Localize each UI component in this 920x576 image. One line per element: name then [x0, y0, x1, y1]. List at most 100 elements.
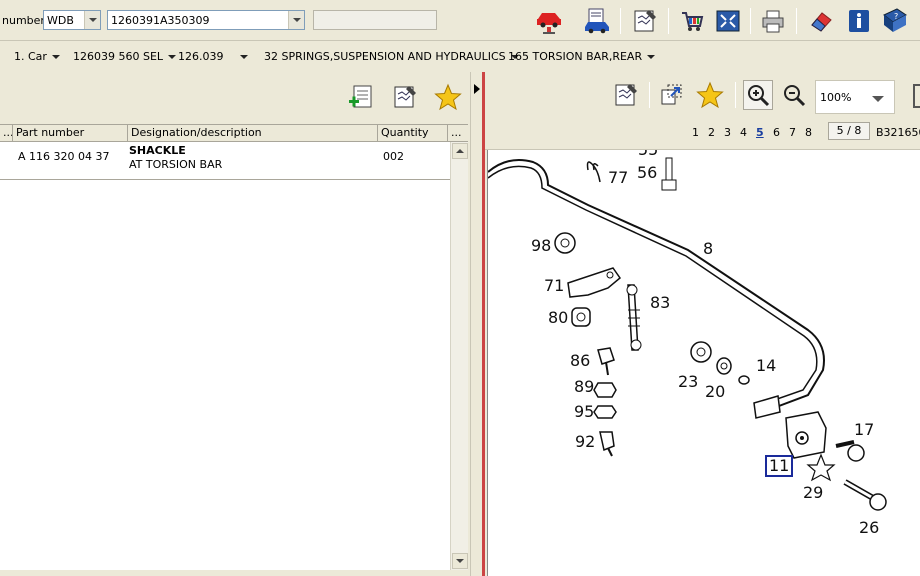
prefix-select[interactable]: WDB — [43, 10, 101, 30]
chevron-down-icon — [647, 55, 656, 59]
callout-98[interactable]: 98 — [531, 236, 551, 255]
eraser-icon[interactable] — [806, 6, 836, 36]
notepad-icon[interactable] — [630, 6, 660, 36]
page-link-7[interactable]: 7 — [789, 126, 796, 139]
column-header-extra[interactable]: ... — [448, 125, 468, 141]
breadcrumb-label: 32 SPRINGS,SUSPENSION AND HYDRAULICS — [264, 50, 506, 63]
zoom-value: 100% — [820, 91, 852, 104]
breadcrumb-item-model[interactable]: 126039 560 SEL — [73, 50, 177, 63]
parts-table: A 116 320 04 37 SHACKLE AT TORSION BAR 0… — [0, 142, 450, 570]
callout-20[interactable]: 20 — [705, 382, 725, 401]
callout-95[interactable]: 95 — [574, 402, 594, 421]
star-icon[interactable] — [433, 82, 463, 112]
callout-77[interactable]: 77 — [608, 168, 628, 187]
page-link-2[interactable]: 2 — [708, 126, 715, 139]
quantity-cell: 002 — [383, 150, 404, 163]
toolbar-separator — [735, 82, 736, 108]
panel-splitter[interactable] — [470, 72, 482, 576]
number-label: number — [2, 14, 45, 27]
callout-55[interactable]: 55 — [638, 150, 658, 159]
drawing-toolbar: 100% — [485, 74, 920, 118]
chevron-down-icon — [51, 55, 60, 59]
callout-86[interactable]: 86 — [570, 351, 590, 370]
page-link-5-active[interactable]: 5 — [756, 126, 764, 139]
breadcrumb-label: 1. Car — [14, 50, 47, 63]
breadcrumb-item-subgroup[interactable]: 165 TORSION BAR,REAR — [508, 50, 656, 63]
parts-table-hscrollbar[interactable] — [0, 570, 468, 576]
table-row[interactable]: A 116 320 04 37 SHACKLE AT TORSION BAR 0… — [0, 142, 450, 180]
cart-icon[interactable] — [677, 6, 707, 36]
chevron-down-icon — [168, 55, 177, 59]
page-link-6[interactable]: 6 — [773, 126, 780, 139]
callout-8[interactable]: 8 — [703, 239, 713, 258]
parts-list-toolbar — [0, 72, 470, 124]
callout-23[interactable]: 23 — [678, 372, 698, 391]
fullscreen-icon[interactable] — [713, 6, 743, 36]
page-navigation: 1 2 3 4 5 6 7 8 5 / 8 B321650 — [485, 118, 920, 150]
help-book-icon[interactable]: ? — [880, 6, 910, 36]
breadcrumb-item-type[interactable]: 126.039 — [178, 50, 248, 63]
breadcrumb-item-group[interactable]: 32 SPRINGS,SUSPENSION AND HYDRAULICS — [264, 50, 519, 63]
breadcrumb-label: 126.039 — [178, 50, 224, 63]
breadcrumb-label: 165 TORSION BAR,REAR — [508, 50, 643, 63]
main-toolbar: number WDB 1260391A350309 ? — [0, 0, 920, 41]
column-header-quantity[interactable]: Quantity — [378, 125, 448, 141]
zoom-out-icon[interactable] — [779, 80, 809, 110]
breadcrumb: 1. Car 126039 560 SEL 126.039 32 SPRINGS… — [0, 42, 920, 70]
notepad-icon[interactable] — [611, 80, 641, 110]
zoom-select[interactable]: 100% — [815, 80, 895, 114]
callout-29[interactable]: 29 — [803, 483, 823, 502]
car-service-icon[interactable] — [582, 6, 612, 36]
callout-92[interactable]: 92 — [575, 432, 595, 451]
printer-icon[interactable] — [758, 6, 788, 36]
toolbar-separator — [668, 8, 669, 34]
callout-83[interactable]: 83 — [650, 293, 670, 312]
car-lift-icon[interactable] — [534, 6, 564, 36]
chevron-down-icon — [239, 55, 248, 59]
chassis-number-value: 1260391A350309 — [111, 14, 210, 27]
drawing-artwork — [488, 157, 887, 511]
page-link-1[interactable]: 1 — [692, 126, 699, 139]
prefix-dropdown-button[interactable] — [84, 11, 100, 29]
prefix-value: WDB — [47, 14, 74, 27]
resize-icon[interactable] — [657, 80, 687, 110]
notepad-icon[interactable] — [390, 82, 420, 112]
breadcrumb-label: 126039 560 SEL — [73, 50, 164, 63]
add-document-icon[interactable] — [346, 82, 376, 112]
callout-71[interactable]: 71 — [544, 276, 564, 295]
callout-80[interactable]: 80 — [548, 308, 568, 327]
star-icon[interactable] — [695, 80, 725, 110]
page-link-3[interactable]: 3 — [724, 126, 731, 139]
page-indicator: 5 / 8 — [828, 122, 870, 140]
chassis-dropdown-button[interactable] — [288, 11, 304, 29]
toolbar-separator — [620, 8, 621, 34]
drawing-code: B321650 — [876, 126, 920, 139]
callout-14[interactable]: 14 — [756, 356, 776, 375]
zoom-in-icon[interactable] — [743, 80, 773, 110]
parts-table-scrollbar[interactable] — [450, 142, 468, 570]
chassis-number-combo[interactable]: 1260391A350309 — [107, 10, 305, 30]
callout-89[interactable]: 89 — [574, 377, 594, 396]
column-header-more[interactable]: ... — [0, 125, 13, 141]
toolbar-separator — [750, 8, 751, 34]
toolbar-separator — [649, 82, 650, 108]
column-header-part-number[interactable]: Part number — [13, 125, 128, 141]
toolbar-separator — [796, 8, 797, 34]
scroll-down-button[interactable] — [452, 553, 468, 569]
column-header-designation[interactable]: Designation/description — [128, 125, 378, 141]
extra-field[interactable] — [313, 10, 437, 30]
page-link-8[interactable]: 8 — [805, 126, 812, 139]
info-icon[interactable] — [844, 6, 874, 36]
chevron-down-icon[interactable] — [872, 96, 884, 102]
callout-17[interactable]: 17 — [854, 420, 874, 439]
exploded-parts-drawing[interactable]: 77 56 98 8 71 83 80 86 14 23 20 89 95 92… — [487, 150, 920, 576]
callout-56[interactable]: 56 — [637, 163, 657, 182]
scroll-up-button[interactable] — [452, 143, 468, 159]
part-number-cell: A 116 320 04 37 — [18, 150, 110, 163]
breadcrumb-item-car[interactable]: 1. Car — [14, 50, 60, 63]
callout-11-selected[interactable]: 11 — [765, 455, 794, 477]
callout-26[interactable]: 26 — [859, 518, 879, 537]
description-cell: AT TORSION BAR — [129, 158, 223, 171]
page-link-4[interactable]: 4 — [740, 126, 747, 139]
collapse-arrow-icon[interactable] — [474, 84, 480, 94]
